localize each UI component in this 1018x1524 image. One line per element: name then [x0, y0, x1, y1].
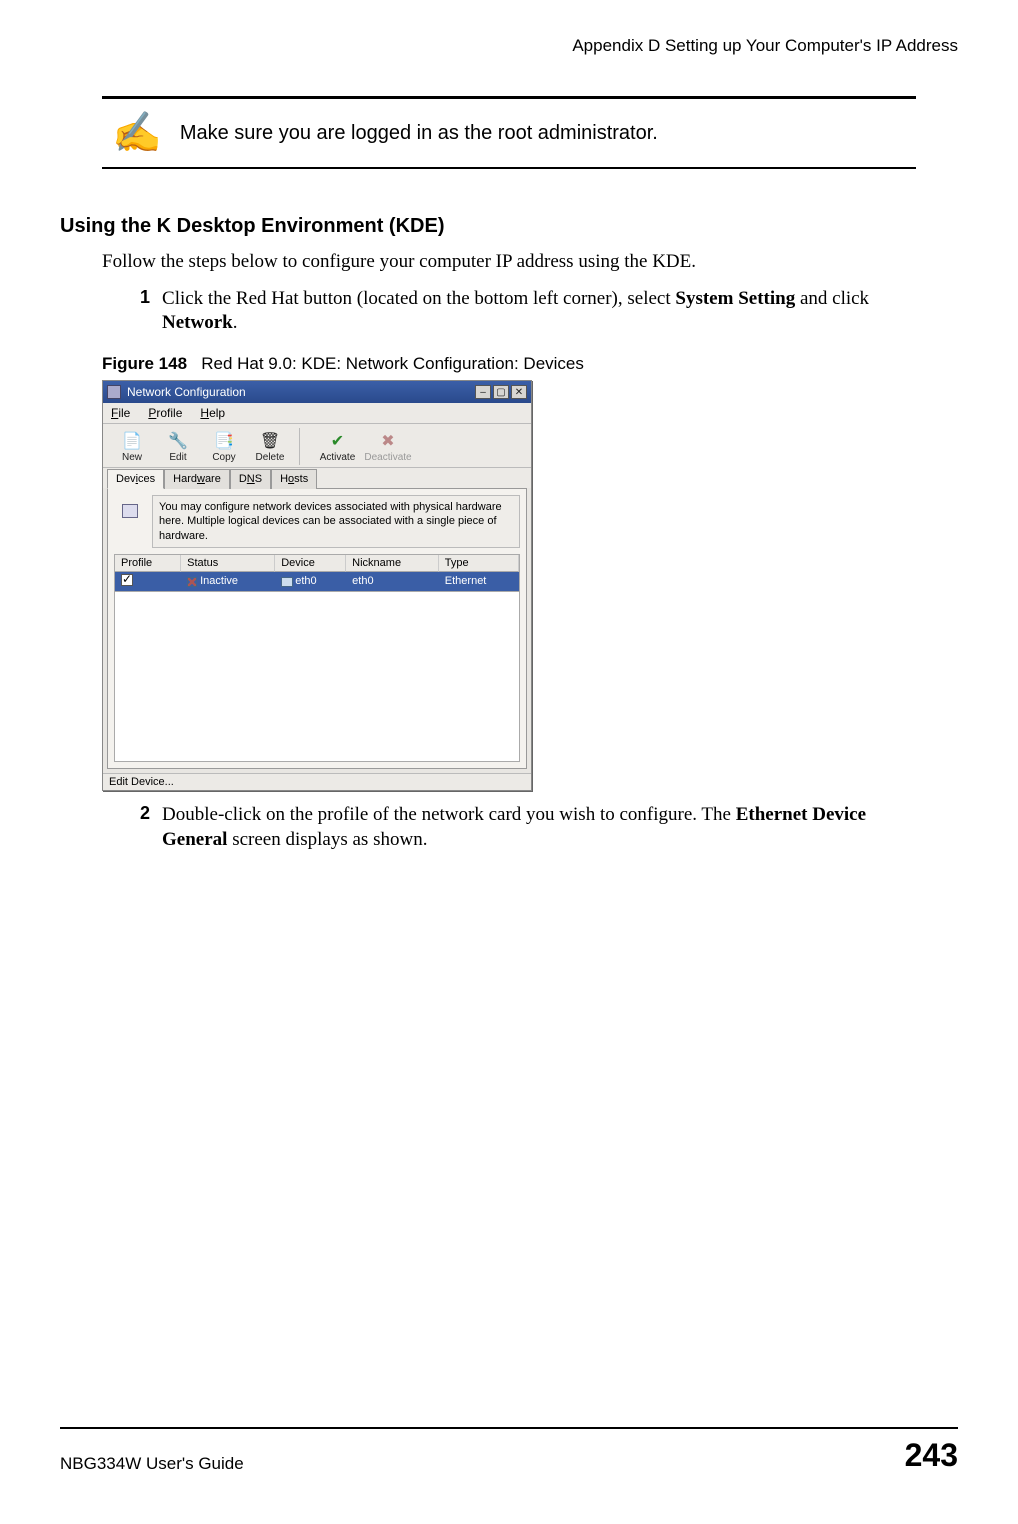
close-button[interactable]: ✕: [511, 385, 527, 399]
step-1-bold-2: Network: [162, 312, 233, 333]
edit-icon: 🔧: [166, 430, 190, 452]
menu-help[interactable]: Help: [200, 406, 225, 420]
cell-nickname: eth0: [346, 572, 439, 591]
tab-dns[interactable]: DNS: [230, 469, 271, 489]
tab-strip: Devices Hardware DNS Hosts: [103, 468, 531, 488]
edit-label-rest: dit: [176, 452, 187, 463]
cell-type: Ethernet: [439, 572, 519, 591]
device-table: Profile Status Device Nickname Type Inac…: [114, 554, 520, 592]
note-callout: ✍ Make sure you are logged in as the roo…: [102, 96, 916, 169]
tab-content-devices: You may configure network devices associ…: [107, 488, 527, 769]
tab-hardware[interactable]: Hardware: [164, 469, 230, 489]
step-2-part-c: screen displays as shown.: [232, 829, 427, 850]
step-2-part-a: Double-click on the profile of the netwo…: [162, 804, 736, 825]
copy-label: Copy: [212, 452, 235, 463]
tab-hint-text: You may configure network devices associ…: [152, 495, 520, 548]
hand-writing-icon: ✍: [112, 117, 162, 149]
copy-button[interactable]: 📑 Copy: [201, 428, 247, 465]
copy-icon: 📑: [212, 430, 236, 452]
step-1-text: Click the Red Hat button (located on the…: [162, 287, 928, 336]
maximize-button[interactable]: ▢: [493, 385, 509, 399]
window-title: Network Configuration: [127, 385, 246, 399]
tab-devices[interactable]: Devices: [107, 469, 164, 489]
figure-number: Figure 148: [102, 354, 187, 373]
step-number: 2: [140, 803, 150, 852]
network-devices-icon: [114, 495, 146, 527]
status-bar: Edit Device...: [103, 773, 531, 790]
window-app-icon: [107, 385, 121, 399]
menu-profile[interactable]: Profile: [148, 406, 182, 420]
step-1-part-e: .: [233, 312, 238, 333]
new-button[interactable]: 📄 New: [109, 428, 155, 465]
step-2: 2 Double-click on the profile of the net…: [140, 803, 928, 852]
footer-guide-name: NBG334W User's Guide: [60, 1454, 244, 1474]
kde-network-config-window: Network Configuration – ▢ ✕ File Profile…: [102, 380, 532, 791]
delete-label: Delete: [256, 452, 285, 463]
step-2-text: Double-click on the profile of the netwo…: [162, 803, 928, 852]
menu-file[interactable]: File: [111, 406, 130, 420]
col-type[interactable]: Type: [439, 555, 519, 572]
col-status[interactable]: Status: [181, 555, 275, 572]
intro-paragraph: Follow the steps below to configure your…: [102, 250, 928, 275]
step-number: 1: [140, 287, 150, 336]
tab-hosts[interactable]: Hosts: [271, 469, 317, 489]
menu-help-rest: elp: [209, 406, 225, 420]
col-device[interactable]: Device: [275, 555, 346, 572]
new-label-rest: ew: [129, 452, 142, 463]
cell-device: eth0: [275, 572, 346, 591]
minimize-button[interactable]: –: [475, 385, 491, 399]
step-1-part-c: and click: [800, 288, 869, 309]
col-nickname[interactable]: Nickname: [346, 555, 439, 572]
step-1: 1 Click the Red Hat button (located on t…: [140, 287, 928, 336]
new-icon: 📄: [120, 430, 144, 452]
deactivate-button[interactable]: ✖ Deactivate: [365, 428, 411, 465]
delete-button[interactable]: 🗑 Delete: [247, 428, 293, 465]
activate-label: Activate: [320, 452, 356, 463]
menu-file-rest: ile: [118, 406, 130, 420]
section-heading: Using the K Desktop Environment (KDE): [60, 215, 958, 238]
figure-title: Red Hat 9.0: KDE: Network Configuration:…: [201, 354, 584, 373]
edit-button[interactable]: 🔧 Edit: [155, 428, 201, 465]
footer-page-number: 243: [905, 1437, 958, 1474]
activate-icon: ✔: [326, 430, 350, 452]
toolbar: 📄 New 🔧 Edit 📑 Copy 🗑 Delete ✔ Activate …: [103, 424, 531, 468]
menu-profile-rest: rofile: [156, 406, 182, 420]
deactivate-icon: ✖: [376, 430, 400, 452]
delete-icon: 🗑: [258, 430, 282, 452]
cell-profile-checkbox[interactable]: [115, 572, 181, 591]
note-text: Make sure you are logged in as the root …: [180, 122, 658, 145]
step-1-part-a: Click the Red Hat button (located on the…: [162, 288, 675, 309]
table-row[interactable]: Inactive eth0 eth0 Ethernet: [115, 572, 519, 591]
running-header: Appendix D Setting up Your Computer's IP…: [60, 36, 958, 56]
table-empty-area: [114, 592, 520, 762]
deactivate-label: Deactivate: [364, 452, 411, 463]
cell-status: Inactive: [181, 572, 275, 591]
activate-button[interactable]: ✔ Activate: [299, 428, 365, 465]
table-header-row: Profile Status Device Nickname Type: [115, 555, 519, 572]
figure-caption: Figure 148 Red Hat 9.0: KDE: Network Con…: [102, 354, 928, 374]
page-footer: NBG334W User's Guide 243: [60, 1427, 958, 1474]
step-1-bold-1: System Setting: [675, 288, 795, 309]
window-titlebar[interactable]: Network Configuration – ▢ ✕: [103, 381, 531, 403]
col-profile[interactable]: Profile: [115, 555, 181, 572]
menu-bar: File Profile Help: [103, 403, 531, 424]
